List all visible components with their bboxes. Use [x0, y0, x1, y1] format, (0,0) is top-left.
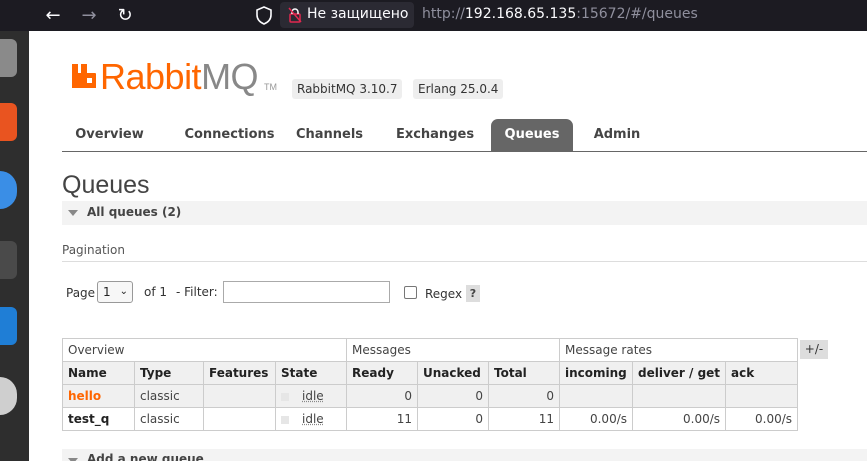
queue-ready: 0 — [346, 384, 418, 408]
queue-unacked: 0 — [417, 407, 489, 431]
rabbitmq-version: RabbitMQ 3.10.7 — [292, 79, 403, 99]
logo-text-mq: MQ — [201, 56, 259, 97]
columns-toggle-button[interactable]: +/- — [800, 340, 828, 359]
help-button[interactable]: ? — [466, 285, 480, 302]
not-secure-badge[interactable]: Не защищено — [280, 2, 414, 28]
state-indicator-icon — [281, 415, 289, 424]
group-messages: Messages — [346, 338, 560, 362]
page-title: Queues — [62, 171, 150, 199]
add-queue-label: Add a new queue — [87, 452, 204, 461]
shield-icon[interactable] — [255, 6, 273, 25]
col-features[interactable]: Features — [203, 361, 276, 385]
regex-label: Regex — [425, 287, 463, 301]
queue-state-text: idle — [302, 412, 324, 426]
page-count-label: of 1 — [144, 285, 168, 299]
queue-name-link[interactable]: test_q — [62, 407, 135, 431]
queue-state: idle — [275, 384, 347, 408]
tab-channels[interactable]: Channels — [287, 119, 372, 151]
queue-total: 11 — [488, 407, 560, 431]
queue-ready: 11 — [346, 407, 418, 431]
tab-overview[interactable]: Overview — [62, 119, 157, 151]
col-name[interactable]: Name — [62, 361, 135, 385]
table-header-row: Name Type Features State Ready Unacked T… — [62, 361, 799, 385]
state-indicator-icon — [281, 392, 289, 401]
filter-label: - Filter: — [176, 285, 218, 299]
col-incoming[interactable]: incoming — [559, 361, 633, 385]
col-type[interactable]: Type — [134, 361, 204, 385]
col-ack[interactable]: ack — [725, 361, 799, 385]
page-label: Page — [66, 286, 96, 300]
col-deliver-get[interactable]: deliver / get — [631, 361, 727, 385]
tab-queues[interactable]: Queues — [491, 119, 573, 151]
queue-state: idle — [275, 407, 347, 431]
queue-incoming — [559, 384, 633, 408]
dock-app-icon[interactable] — [0, 171, 17, 209]
queue-deliver-get — [631, 384, 727, 408]
dock-app-icon[interactable] — [0, 241, 17, 279]
tab-exchanges[interactable]: Exchanges — [380, 119, 490, 151]
add-queue-section-toggle[interactable]: Add a new queue — [62, 449, 867, 461]
chevron-down-icon: ⌄ — [119, 286, 128, 297]
queue-ack: 0.00/s — [725, 407, 799, 431]
security-label: Не защищено — [307, 6, 409, 22]
dock-app-icon[interactable] — [0, 39, 17, 77]
rabbitmq-logo-icon — [72, 64, 96, 88]
all-queues-label: All queues (2) — [87, 205, 182, 219]
queue-unacked: 0 — [417, 384, 489, 408]
group-message-rates: Message rates — [558, 338, 799, 362]
url-scheme: http:// — [422, 6, 465, 22]
logo-text-rabbit: Rabbit — [100, 56, 202, 97]
dock-app-icon[interactable] — [0, 377, 17, 415]
os-dock — [0, 31, 29, 461]
tab-admin[interactable]: Admin — [583, 119, 651, 151]
lock-crossed-icon — [288, 7, 302, 23]
queue-total: 0 — [488, 384, 560, 408]
table-row[interactable]: test_q classic idle 11 0 11 0.00/s 0.00/… — [62, 407, 799, 431]
group-overview: Overview — [62, 338, 347, 362]
browser-toolbar: ← → ↻ Не защищено http://192.168.65.135:… — [0, 0, 867, 31]
divider — [62, 261, 867, 262]
dock-app-icon[interactable] — [0, 307, 17, 345]
forward-arrow-icon[interactable]: → — [77, 4, 101, 28]
url-path: :15672/#/queues — [576, 6, 698, 22]
col-unacked[interactable]: Unacked — [417, 361, 489, 385]
queue-name-link[interactable]: hello — [62, 384, 135, 408]
queue-state-text: idle — [302, 389, 324, 403]
table-row[interactable]: hello classic idle 0 0 0 — [62, 384, 799, 408]
queue-features — [203, 384, 276, 408]
trademark: TM — [264, 82, 277, 92]
main-tabs: Overview Connections Channels Exchanges … — [62, 119, 867, 152]
logo-text: RabbitMQ — [100, 56, 259, 98]
queue-type: classic — [134, 384, 204, 408]
queue-incoming: 0.00/s — [559, 407, 633, 431]
queues-table: Overview Messages Message rates Name Typ… — [62, 338, 799, 431]
reload-icon[interactable]: ↻ — [113, 4, 137, 28]
queue-type: classic — [134, 407, 204, 431]
col-total[interactable]: Total — [488, 361, 560, 385]
queue-features — [203, 407, 276, 431]
page-select[interactable]: 1 ⌄ — [97, 281, 133, 303]
pagination-heading: Pagination — [62, 243, 125, 257]
collapse-triangle-icon — [68, 210, 78, 216]
col-ready[interactable]: Ready — [346, 361, 418, 385]
all-queues-section-toggle[interactable]: All queues (2) — [62, 201, 867, 225]
queue-ack — [725, 384, 799, 408]
url-bar[interactable]: http://192.168.65.135:15672/#/queues — [422, 6, 698, 22]
back-arrow-icon[interactable]: ← — [41, 4, 65, 28]
table-group-header: Overview Messages Message rates — [62, 338, 799, 362]
regex-checkbox[interactable] — [404, 286, 417, 299]
erlang-version: Erlang 25.0.4 — [413, 79, 504, 99]
page-select-value: 1 — [103, 285, 111, 299]
url-host: 192.168.65.135 — [464, 6, 577, 22]
queue-deliver-get: 0.00/s — [631, 407, 727, 431]
management-page: RabbitMQ TM RabbitMQ 3.10.7 Erlang 25.0.… — [29, 31, 867, 461]
col-state[interactable]: State — [275, 361, 347, 385]
tab-connections[interactable]: Connections — [165, 119, 294, 151]
dock-app-icon[interactable] — [0, 103, 17, 141]
filter-input[interactable] — [223, 281, 390, 303]
